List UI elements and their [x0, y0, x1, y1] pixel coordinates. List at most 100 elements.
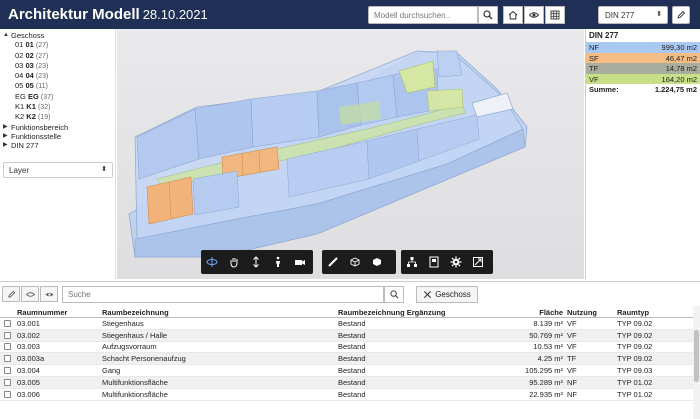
building-model-3d[interactable]	[117, 29, 584, 279]
table-row[interactable]: 03.002 Stiegenhaus / Halle Bestand 50.769 m…	[0, 329, 693, 342]
table-cell: Bestand	[338, 389, 366, 399]
tree-item-geschoss[interactable]: K1 K1 (32)	[3, 102, 112, 112]
summary-row-label: VF	[589, 74, 599, 84]
caret-right-icon[interactable]: ▶	[3, 132, 11, 141]
tree-item-geschoss[interactable]: 05 05 (11)	[3, 81, 112, 91]
caret-right-icon[interactable]: ▶	[3, 123, 11, 132]
table-row[interactable]: 03.003 Aufzugsvorraum Bestand 10.53 m² VF TYP…	[0, 342, 693, 354]
table-edit-button[interactable]	[2, 286, 20, 302]
fullscreen-icon[interactable]	[467, 251, 489, 273]
table-cell: Bestand	[338, 330, 366, 340]
tree-node-geschoss[interactable]: ▲ Geschoss	[3, 31, 112, 40]
explode-cube-icon[interactable]	[366, 251, 388, 273]
tools-toolbar	[322, 250, 396, 274]
row-checkbox[interactable]	[3, 378, 11, 386]
caret-right-icon[interactable]: ▶	[3, 141, 11, 150]
table-cell: Stiegenhaus / Halle	[102, 330, 168, 340]
row-checkbox[interactable]	[3, 331, 11, 339]
column-header[interactable]: Raumbezeichnung	[102, 306, 338, 317]
model-search-button[interactable]	[478, 6, 498, 24]
table-row[interactable]: 03.006 Multifunktionsfläche Bestand 22.935 …	[0, 389, 693, 401]
table-visibility-button[interactable]	[21, 286, 39, 302]
tree-item-geschoss[interactable]: EG EG (37)	[3, 92, 112, 102]
row-select-cell	[0, 319, 14, 327]
row-checkbox[interactable]	[3, 367, 11, 375]
walk-person-icon[interactable]	[267, 251, 289, 273]
row-checkbox[interactable]	[3, 390, 11, 398]
table-cell: 105.295 m²	[525, 366, 563, 376]
tree-node-din-277[interactable]: ▶ DIN 277	[3, 141, 112, 150]
section-box-icon[interactable]	[344, 251, 366, 273]
tree-item-geschoss[interactable]: 02 02 (27)	[3, 51, 112, 61]
header-checkbox-cell	[0, 306, 14, 317]
room-table-panel: Suche Geschoss Raumnummer Raumbezeichnung…	[0, 281, 700, 419]
row-checkbox[interactable]	[3, 319, 11, 327]
table-cell: TYP 09.02	[617, 342, 653, 352]
geschoss-code: K1	[26, 102, 36, 112]
row-checkbox[interactable]	[3, 343, 11, 351]
table-cell: Stiegenhaus	[102, 318, 144, 328]
visibility-button[interactable]	[524, 6, 544, 24]
edit-button[interactable]	[672, 6, 690, 24]
eye-icon	[529, 12, 539, 18]
din-standard-select[interactable]: DIN 277 ⬍	[598, 6, 668, 24]
table-cell: 03.003	[17, 342, 40, 352]
table-row[interactable]: 03.003a Schacht Personenaufzug Bestand 4.25…	[0, 353, 693, 366]
table-row[interactable]: 03.004 Gang Bestand 105.295 m² VF TYP 09.03	[0, 365, 693, 377]
grid-view-button[interactable]	[545, 6, 565, 24]
zoom-icon[interactable]	[245, 251, 267, 273]
tree-item-geschoss[interactable]: 01 01 (27)	[3, 40, 112, 50]
layer-select[interactable]: Layer ⬍	[3, 162, 113, 178]
clear-geschoss-filter-button[interactable]: Geschoss	[416, 286, 478, 303]
grid-icon	[550, 10, 560, 20]
summary-row-value: 14,78 m2	[665, 64, 697, 73]
camera-icon[interactable]	[289, 251, 311, 273]
table-search-button[interactable]	[384, 286, 404, 303]
column-header[interactable]: Raumtyp	[607, 306, 667, 317]
table-show-all-button[interactable]	[40, 286, 58, 302]
home-button[interactable]	[503, 6, 523, 24]
tree-item-geschoss[interactable]: K2 K2 (19)	[3, 112, 112, 122]
settings-gear-icon[interactable]	[445, 251, 467, 273]
pan-hand-icon[interactable]	[223, 251, 245, 273]
tree-node-funktionsstelle[interactable]: ▶ Funktionsstelle	[3, 132, 112, 141]
3d-model-viewer[interactable]	[117, 29, 584, 279]
row-select-cell	[0, 331, 14, 339]
tree-item-geschoss[interactable]: 03 03 (23)	[3, 61, 112, 71]
table-scrollbar[interactable]	[693, 306, 700, 419]
tree-node-label: DIN 277	[11, 141, 39, 151]
tree-node-label: Geschoss	[11, 31, 45, 40]
tree-item-geschoss[interactable]: 04 04 (23)	[3, 71, 112, 81]
geschoss-prefix: 04	[15, 71, 24, 81]
summary-total-value: 1.224,75 m2	[654, 85, 697, 94]
model-date: 28.10.2021	[142, 7, 208, 22]
table-cell: Bestand	[338, 354, 366, 364]
table-row[interactable]: 03.005 Multifunktionsfläche Bestand 95.289 …	[0, 376, 693, 389]
table-cell: 22.935 m²	[529, 389, 563, 399]
orbit-icon[interactable]	[201, 251, 223, 273]
table-scroll-thumb[interactable]	[694, 330, 699, 382]
row-checkbox[interactable]	[3, 355, 11, 363]
navigation-toolbar	[201, 250, 313, 274]
column-header[interactable]: Nutzung	[567, 306, 607, 317]
geschoss-count: (23)	[35, 73, 49, 81]
eye-outline-icon	[25, 291, 35, 297]
table-cell: Aufzugsvorraum	[102, 342, 157, 352]
model-search-input[interactable]: Modell durchsuchen..	[368, 6, 478, 24]
geschoss-count: (19)	[37, 114, 51, 122]
table-search-input[interactable]: Suche	[62, 286, 384, 303]
table-toolbar: Suche Geschoss	[0, 284, 700, 303]
properties-icon[interactable]	[423, 251, 445, 273]
table-row[interactable]: 03.001 Stiegenhaus Bestand 8.139 m² VF TYP 09…	[0, 318, 693, 330]
summary-row-label: NF	[589, 43, 599, 52]
column-header[interactable]: Raumbezeichnung Ergänzung	[338, 306, 484, 317]
measure-icon[interactable]	[322, 251, 344, 273]
column-header[interactable]: Raumnummer	[14, 306, 102, 317]
column-header[interactable]: Fläche	[484, 306, 567, 317]
caret-down-icon[interactable]: ▲	[3, 31, 11, 40]
tree-node-label: Funktionsstelle	[11, 131, 62, 141]
tree-node-funktionsbereich[interactable]: ▶ Funktionsbereich	[3, 123, 112, 132]
table-cell: TYP 09.03	[617, 366, 653, 376]
search-icon	[483, 10, 493, 20]
model-tree-icon[interactable]	[401, 251, 423, 273]
